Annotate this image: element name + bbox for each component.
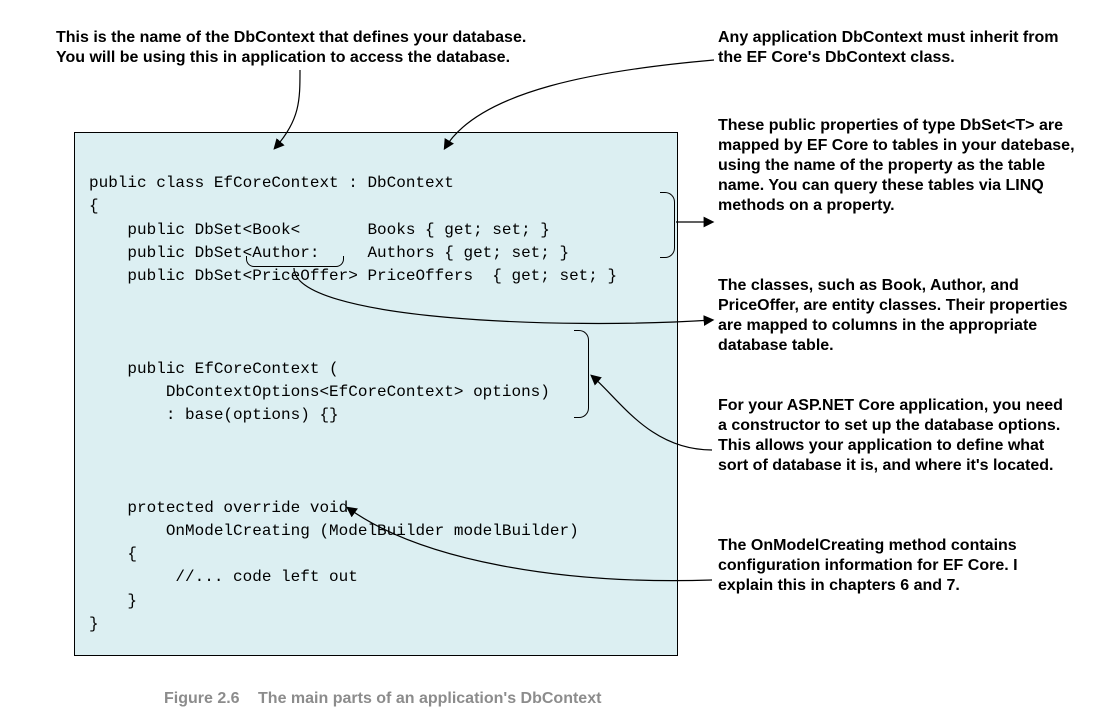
code-line: OnModelCreating (ModelBuilder modelBuild… xyxy=(89,522,579,540)
annotation-constructor: For your ASP.NET Core application, you n… xyxy=(718,396,1076,476)
annotation-dbset-properties: These public properties of type DbSet<T>… xyxy=(718,116,1094,216)
code-line: } xyxy=(89,615,99,633)
code-line: DbContextOptions<EfCoreContext> options) xyxy=(89,383,550,401)
annotation-entity-classes: The classes, such as Book, Author, and P… xyxy=(718,276,1076,356)
code-line: public DbSet<PriceOffer> PriceOffers { g… xyxy=(89,267,617,285)
code-line: public class EfCoreContext : DbContext xyxy=(89,174,454,192)
figure-number: Figure 2.6 xyxy=(164,690,240,707)
code-line: : base(options) {} xyxy=(89,406,339,424)
code-line: { xyxy=(89,197,99,215)
code-line: public DbSet<Book< Books { get; set; } xyxy=(89,221,550,239)
figure-caption-text: The main parts of an application's DbCon… xyxy=(258,690,601,707)
figure-caption: Figure 2.6 The main parts of an applicat… xyxy=(164,690,601,708)
annotation-onmodelcreating: The OnModelCreating method contains conf… xyxy=(718,536,1076,596)
brace-dbset-group xyxy=(660,192,675,258)
code-line: //... code left out xyxy=(89,568,358,586)
code-line: protected override void xyxy=(89,499,348,517)
figure-page: This is the name of the DbContext that d… xyxy=(0,0,1108,720)
underbrace-priceoffer xyxy=(246,256,344,267)
code-line: } xyxy=(89,592,137,610)
code-line: { xyxy=(89,545,137,563)
annotation-inherit-dbcontext: Any application DbContext must inherit f… xyxy=(718,28,1076,68)
annotation-dbcontext-name: This is the name of the DbContext that d… xyxy=(56,28,630,68)
code-line: public EfCoreContext ( xyxy=(89,360,339,378)
brace-constructor-group xyxy=(574,330,589,418)
